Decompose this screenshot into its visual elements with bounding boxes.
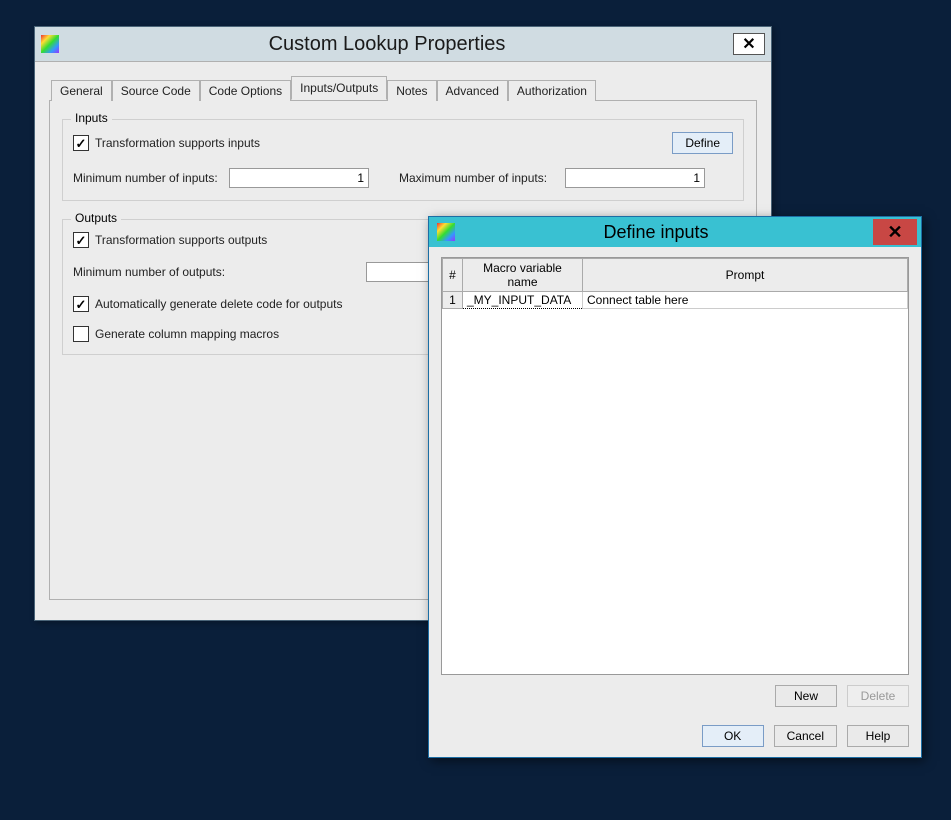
input-min-inputs[interactable] bbox=[229, 168, 369, 188]
define-inputs-dialog: Define inputs ✕ # Macro variable name Pr… bbox=[428, 216, 922, 758]
tab-inputs-outputs[interactable]: Inputs/Outputs bbox=[291, 76, 387, 100]
tabstrip: General Source Code Code Options Inputs/… bbox=[43, 76, 763, 100]
input-max-inputs[interactable] bbox=[565, 168, 705, 188]
modal-title: Define inputs bbox=[463, 222, 849, 243]
label-gen-mapping: Generate column mapping macros bbox=[95, 327, 279, 341]
close-button[interactable]: ✕ bbox=[733, 33, 765, 55]
tab-advanced[interactable]: Advanced bbox=[437, 80, 508, 101]
checkbox-supports-outputs[interactable] bbox=[73, 232, 89, 248]
app-icon bbox=[41, 35, 59, 53]
label-min-outputs: Minimum number of outputs: bbox=[73, 265, 225, 279]
dialog-button-row: OK Cancel Help bbox=[441, 725, 909, 747]
modal-close-button[interactable]: ✕ bbox=[873, 219, 917, 245]
delete-button: Delete bbox=[847, 685, 909, 707]
column-header-prompt[interactable]: Prompt bbox=[583, 259, 908, 292]
outputs-group-title: Outputs bbox=[71, 211, 121, 225]
app-icon bbox=[437, 223, 455, 241]
label-supports-inputs: Transformation supports inputs bbox=[95, 136, 260, 150]
modal-titlebar[interactable]: Define inputs ✕ bbox=[429, 217, 921, 247]
grid-button-row: New Delete bbox=[441, 685, 909, 707]
checkbox-auto-delete[interactable] bbox=[73, 296, 89, 312]
checkbox-gen-mapping[interactable] bbox=[73, 326, 89, 342]
close-icon: ✕ bbox=[887, 222, 902, 243]
cell-rownum: 1 bbox=[443, 292, 463, 309]
define-inputs-button[interactable]: Define bbox=[672, 132, 733, 154]
ok-button[interactable]: OK bbox=[702, 725, 764, 747]
modal-body: # Macro variable name Prompt 1 _MY_INPUT… bbox=[429, 247, 921, 757]
tab-notes[interactable]: Notes bbox=[387, 80, 436, 101]
label-max-inputs: Maximum number of inputs: bbox=[399, 171, 559, 185]
cancel-button[interactable]: Cancel bbox=[774, 725, 837, 747]
checkbox-supports-inputs[interactable] bbox=[73, 135, 89, 151]
close-icon: ✕ bbox=[742, 34, 755, 54]
main-titlebar[interactable]: Custom Lookup Properties ✕ bbox=[35, 27, 771, 62]
label-auto-delete: Automatically generate delete code for o… bbox=[95, 297, 343, 311]
table-row[interactable]: 1 _MY_INPUT_DATA Connect table here bbox=[443, 292, 908, 309]
new-button[interactable]: New bbox=[775, 685, 837, 707]
label-min-inputs: Minimum number of inputs: bbox=[73, 171, 223, 185]
help-button[interactable]: Help bbox=[847, 725, 909, 747]
tab-source-code[interactable]: Source Code bbox=[112, 80, 200, 101]
tab-general[interactable]: General bbox=[51, 80, 112, 101]
cell-prompt[interactable]: Connect table here bbox=[583, 292, 908, 309]
tab-authorization[interactable]: Authorization bbox=[508, 80, 596, 101]
inputs-group-title: Inputs bbox=[71, 111, 112, 125]
column-header-number[interactable]: # bbox=[443, 259, 463, 292]
inputs-grid[interactable]: # Macro variable name Prompt 1 _MY_INPUT… bbox=[441, 257, 909, 675]
tab-code-options[interactable]: Code Options bbox=[200, 80, 291, 101]
cell-varname[interactable]: _MY_INPUT_DATA bbox=[463, 292, 583, 309]
label-supports-outputs: Transformation supports outputs bbox=[95, 233, 267, 247]
window-title: Custom Lookup Properties bbox=[67, 33, 707, 56]
column-header-varname[interactable]: Macro variable name bbox=[463, 259, 583, 292]
inputs-groupbox: Inputs Transformation supports inputs De… bbox=[62, 119, 744, 201]
